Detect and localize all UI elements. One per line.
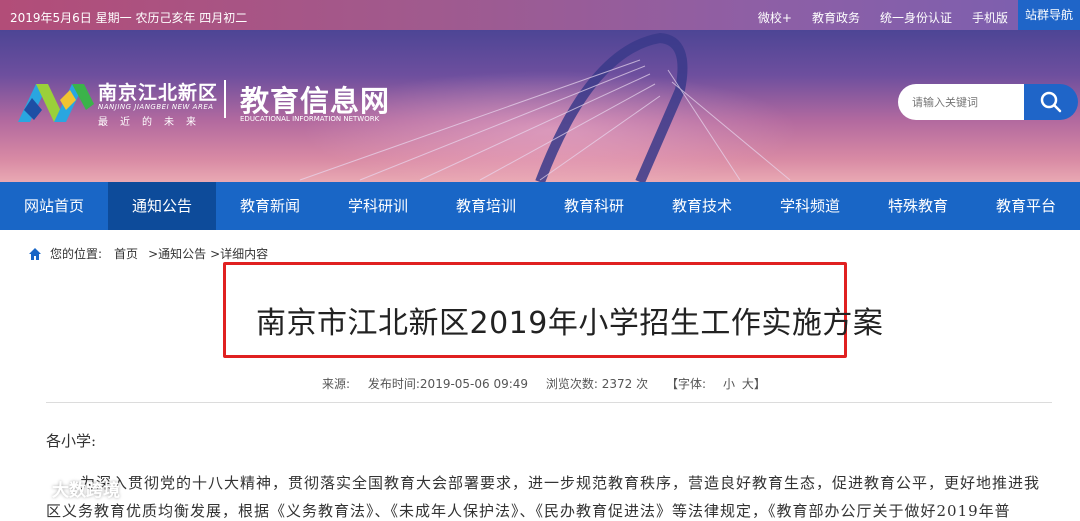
nav-edu-science[interactable]: 教育科研 (540, 182, 648, 230)
article-source: 来源: (322, 377, 351, 391)
jiangbei-logo (18, 84, 94, 122)
brand-divider (224, 80, 226, 118)
nav-edu-tech[interactable]: 教育技术 (648, 182, 756, 230)
main-nav: 网站首页 通知公告 教育新闻 学科研训 教育培训 教育科研 教育技术 学科频道 … (0, 182, 1080, 230)
header-banner: 南京江北新区 NANJING JIANGBEI NEW AREA 最近的未来 教… (0, 30, 1080, 182)
nav-edu-training[interactable]: 教育培训 (432, 182, 540, 230)
home-icon (29, 247, 41, 260)
breadcrumb-home[interactable]: 首页 (114, 245, 138, 262)
font-size-label: 【字体: (665, 377, 706, 391)
top-link-unified-auth[interactable]: 统一身份认证 (880, 9, 952, 26)
article-publish-time: 发布时间:2019-05-06 09:49 (367, 377, 529, 391)
nav-subject-research[interactable]: 学科研训 (324, 182, 432, 230)
meta-divider (46, 402, 1052, 403)
top-link-mobile[interactable]: 手机版 (972, 9, 1008, 26)
search-icon (1040, 91, 1062, 113)
article-paragraph: 为深入贯彻党的十八大精神，贯彻落实全国教育大会部署要求，进一步规范教育秩序，营造… (80, 474, 1041, 492)
font-size-control: 【字体: 小 大】 (666, 377, 766, 391)
watermark-text: 大数跨境 (52, 481, 120, 501)
article-greeting: 各小学: (46, 432, 97, 450)
site-title: 教育信息网 (240, 84, 391, 118)
breadcrumb-label: 您的位置: (50, 247, 103, 261)
breadcrumb-notices[interactable]: >通知公告 (148, 245, 206, 262)
current-date: 2019年5月6日 星期一 农历己亥年 四月初二 (10, 11, 248, 25)
search-input[interactable] (898, 84, 1038, 120)
nav-subject-channel[interactable]: 学科频道 (756, 182, 864, 230)
search-box (898, 84, 1078, 120)
site-group-nav-button[interactable]: 站群导航 (1018, 0, 1080, 30)
top-link-weixiao[interactable]: 微校+ (758, 9, 792, 26)
top-link-edu-affairs[interactable]: 教育政务 (812, 9, 860, 26)
nav-notices[interactable]: 通知公告 (108, 182, 216, 230)
brand-name-en: NANJING JIANGBEI NEW AREA (98, 103, 214, 111)
brand-name: 南京江北新区 (98, 82, 219, 104)
nav-edu-platform[interactable]: 教育平台 (972, 182, 1080, 230)
nav-special-edu[interactable]: 特殊教育 (864, 182, 972, 230)
search-button[interactable] (1024, 84, 1078, 120)
article-meta: 来源: 发布时间:2019-05-06 09:49 浏览次数: 2372 次 【… (322, 375, 780, 392)
article-views: 浏览次数: 2372 次 (545, 377, 649, 391)
breadcrumb-detail[interactable]: >详细内容 (210, 245, 268, 262)
watermark-logo-icon (7, 480, 44, 497)
watermark: 大数跨境 (6, 476, 120, 501)
brand-slogan: 最近的未来 (98, 117, 208, 128)
top-links: 微校+ 教育政务 统一身份认证 手机版 (738, 9, 1008, 26)
font-small-link[interactable]: 小 (723, 377, 735, 391)
top-bar: 2019年5月6日 星期一 农历己亥年 四月初二 微校+ 教育政务 统一身份认证… (0, 0, 1080, 30)
article-paragraph-cont: 区义务教育优质均衡发展，根据《义务教育法》、《未成年人保护法》、《民办教育促进法… (46, 502, 1011, 520)
nav-home[interactable]: 网站首页 (0, 182, 108, 230)
breadcrumb: 您的位置: 首页 >通知公告 >详细内容 (28, 245, 272, 262)
font-large-link[interactable]: 大】 (742, 377, 766, 391)
site-title-en: EDUCATIONAL INFORMATION NETWORK (240, 115, 380, 123)
nav-edu-news[interactable]: 教育新闻 (216, 182, 324, 230)
article-title: 南京市江北新区2019年小学招生工作实施方案 (256, 306, 884, 341)
